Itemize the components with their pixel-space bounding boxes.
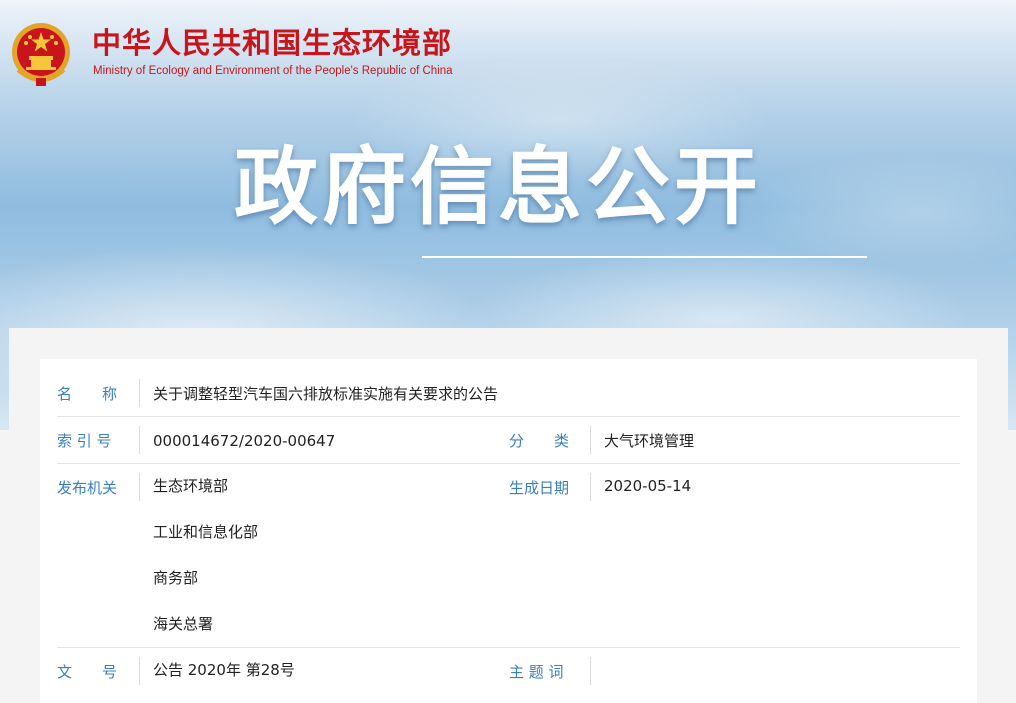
- subject-label: 主 题 词: [509, 663, 564, 681]
- row-divider: [139, 657, 140, 685]
- row-divider: [139, 473, 140, 501]
- docno-label: 文 号: [57, 663, 118, 681]
- row-divider: [590, 426, 591, 454]
- index-label: 索 引 号: [57, 432, 112, 450]
- info-row-index: 索 引 号 000014672/2020-00647 分 类 大气环境管理: [57, 416, 960, 464]
- info-row-issuer: 发布机关 生态环境部 工业和信息化部 商务部 海关总署 生成日期 2020-05…: [57, 463, 960, 648]
- ministry-name-cn[interactable]: 中华人民共和国生态环境部: [92, 24, 452, 62]
- ministry-name-en[interactable]: Ministry of Ecology and Environment of t…: [93, 65, 453, 77]
- row-divider: [139, 426, 140, 454]
- name-label: 名 称: [57, 385, 118, 403]
- date-value: 2020-05-14: [604, 477, 692, 495]
- issuer-item: 生态环境部: [153, 477, 229, 495]
- info-row-name: 名 称 关于调整轻型汽车国六排放标准实施有关要求的公告: [57, 369, 960, 417]
- national-emblem-icon[interactable]: [10, 20, 72, 88]
- row-divider: [139, 379, 140, 407]
- issuer-item: 商务部: [153, 569, 199, 587]
- docno-value: 公告 2020年 第28号: [153, 661, 295, 679]
- info-row-docno: 文 号 公告 2020年 第28号 主 题 词: [57, 647, 960, 703]
- category-value: 大气环境管理: [604, 432, 695, 450]
- issuer-item: 海关总署: [153, 615, 214, 633]
- index-value: 000014672/2020-00647: [153, 432, 336, 450]
- info-card: 名 称 关于调整轻型汽车国六排放标准实施有关要求的公告 索 引 号 000014…: [40, 359, 977, 703]
- row-divider: [590, 657, 591, 685]
- content-area: 名 称 关于调整轻型汽车国六排放标准实施有关要求的公告 索 引 号 000014…: [9, 328, 1008, 703]
- issuer-item: 工业和信息化部: [153, 523, 259, 541]
- row-divider: [590, 473, 591, 501]
- issuer-label: 发布机关: [57, 479, 118, 497]
- name-value: 关于调整轻型汽车国六排放标准实施有关要求的公告: [153, 385, 499, 403]
- banner-title: 政府信息公开: [234, 138, 763, 236]
- category-label: 分 类: [509, 432, 570, 450]
- title-underline: [422, 256, 867, 258]
- date-label: 生成日期: [509, 479, 570, 497]
